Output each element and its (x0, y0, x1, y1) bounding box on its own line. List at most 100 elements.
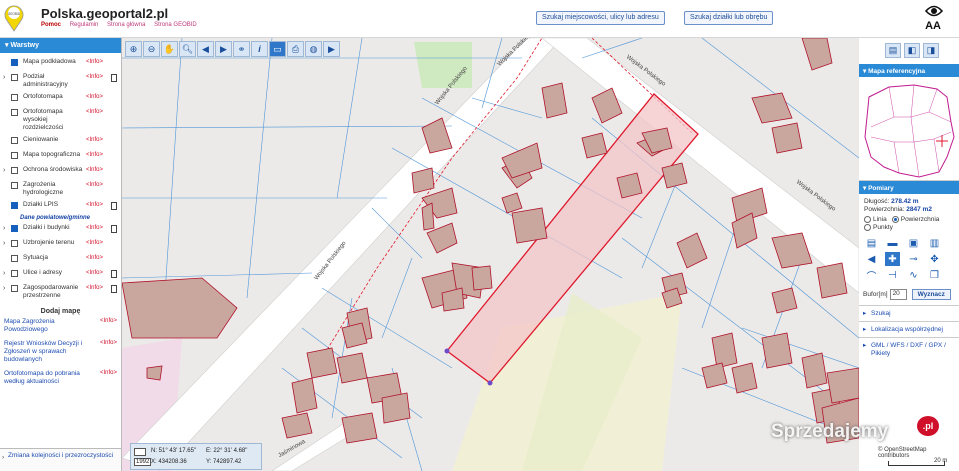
radio-line[interactable]: Linia (864, 216, 887, 223)
search-parcel-button[interactable]: Szukaj działki lub obrębu (684, 11, 774, 25)
nav-help[interactable]: Pomoc (41, 22, 61, 28)
layers-header[interactable]: ▾ Warstwy (0, 38, 121, 53)
zoom-out-icon[interactable]: ⊖ (143, 41, 160, 57)
layer-item[interactable]: Działki LPIS <Info> (0, 199, 121, 214)
layer-item[interactable]: Sytuacja <Info> (0, 252, 121, 267)
layer-item[interactable]: › Działki i budynki <Info> (0, 222, 121, 237)
layer-info-link[interactable]: <Info> (86, 58, 103, 67)
layer-checkbox[interactable] (11, 167, 18, 174)
extra-map-info[interactable]: <Info> (100, 318, 117, 334)
arrow-left-icon[interactable]: ◀ (864, 252, 879, 266)
layer-info-link[interactable]: <Info> (86, 239, 103, 248)
layer-checkbox[interactable] (11, 152, 18, 159)
layer-info-link[interactable]: <Info> (86, 151, 103, 160)
back-arrow-icon[interactable]: ◀ (197, 41, 214, 57)
print-icon[interactable]: ⎙ (287, 41, 304, 57)
layer-item[interactable]: › Podział administracyjny <Info> (0, 71, 121, 91)
nav-geobid[interactable]: Strona GEOBID (154, 22, 197, 28)
save-icon[interactable]: ▣ (906, 236, 921, 250)
document-icon[interactable]: ▤ (864, 236, 879, 250)
layer-item[interactable]: Mapa podkładowa <Info> (0, 56, 121, 71)
expand-arrow-icon[interactable]: › (3, 166, 11, 175)
layer-checkbox[interactable] (11, 94, 18, 101)
nav-terms[interactable]: Regulamin (70, 22, 99, 28)
extra-map-info[interactable]: <Info> (100, 370, 117, 386)
remove-vertex-icon[interactable]: ⊸ (906, 252, 921, 266)
accordion-export[interactable]: GML / WFS / DXF / GPX / Pikiety (859, 337, 959, 362)
extra-map-item[interactable]: Rejestr Wniosków Decyzji i Zgłoszeń w sp… (0, 337, 121, 367)
buffer-input[interactable]: 20 (889, 289, 907, 301)
font-size-icon[interactable]: AA (925, 20, 941, 32)
extra-map-link[interactable]: Mapa Zagrożenia Powodziowego (4, 318, 90, 334)
eye-icon[interactable] (925, 4, 943, 18)
layer-info-link[interactable]: <Info> (86, 201, 103, 210)
layer-checkbox[interactable] (11, 255, 18, 262)
move-icon[interactable]: ✥ (927, 252, 942, 266)
folder-icon[interactable]: ▬ (885, 236, 900, 250)
app-title[interactable]: Polska.geoportal2.pl (41, 6, 168, 21)
vertex-marker[interactable] (444, 348, 450, 354)
layer-info-link[interactable]: <Info> (86, 136, 103, 145)
layer-info-link[interactable]: <Info> (86, 284, 103, 293)
pan-hand-icon[interactable]: ✋ (161, 41, 178, 57)
layer-item[interactable]: › Ulice i adresy <Info> (0, 267, 121, 282)
layer-item[interactable]: Zagrożenia hydrologiczne <Info> (0, 179, 121, 199)
expand-arrow-icon[interactable]: › (3, 239, 11, 248)
map-svg[interactable] (122, 38, 859, 471)
year-badge[interactable]: 1992 (134, 458, 152, 466)
vertex-marker[interactable] (487, 380, 493, 386)
document-icon[interactable] (111, 285, 117, 293)
document-icon[interactable] (111, 225, 117, 233)
layer-item[interactable]: Ortofotomapa <Info> (0, 91, 121, 106)
layer-info-link[interactable]: <Info> (86, 73, 103, 82)
layer-item[interactable]: Mapa topograficzna <Info> (0, 149, 121, 164)
layer-checkbox[interactable] (11, 59, 18, 66)
info-icon[interactable]: i (251, 41, 268, 57)
wave-icon[interactable]: ∿ (906, 268, 921, 282)
compute-button[interactable]: Wyznacz (911, 289, 951, 301)
polyline-icon[interactable]: ⌒ (864, 268, 879, 283)
extra-map-item[interactable]: Mapa Zagrożenia Powodziowego <Info> (0, 315, 121, 337)
layer-order-button[interactable]: › Zmiana kolejności i przezroczystości (0, 448, 121, 471)
add-vertex-icon[interactable]: ✚ (885, 252, 900, 267)
measure-header[interactable]: ▾ Pomiary (859, 181, 959, 194)
expand-arrow-icon[interactable]: › (3, 284, 11, 293)
scale-icon[interactable] (134, 448, 146, 456)
accordion-search[interactable]: Szukaj (859, 305, 959, 322)
layer-checkbox[interactable] (11, 109, 18, 116)
layer-checkbox[interactable] (11, 240, 18, 247)
expand-arrow-icon[interactable]: › (3, 224, 11, 233)
forward-arrow-icon[interactable]: ▶ (215, 41, 232, 57)
document-icon[interactable] (111, 270, 117, 278)
layer-checkbox[interactable] (11, 182, 18, 189)
extra-map-info[interactable]: <Info> (100, 340, 117, 364)
document-icon[interactable] (111, 74, 117, 82)
layer-checkbox[interactable] (11, 225, 18, 232)
radio-area[interactable]: Powierzchnia (891, 216, 939, 223)
geobid-logo[interactable]: GEOBID (3, 2, 25, 32)
extra-map-item[interactable]: Ortofotomapa do pobrania według aktualno… (0, 367, 121, 389)
document-icon[interactable] (111, 202, 117, 210)
layer-info-link[interactable]: <Info> (86, 254, 103, 263)
layers-copy-icon[interactable]: ❐ (927, 268, 942, 282)
split-icon[interactable]: ⊣ (885, 268, 900, 282)
measure-ruler-icon[interactable]: ▭ (269, 41, 286, 57)
link-icon[interactable]: ⚭ (233, 41, 250, 57)
nav-home[interactable]: Strona główna (107, 22, 145, 28)
layer-checkbox[interactable] (11, 137, 18, 144)
layer-checkbox[interactable] (11, 270, 18, 277)
extra-map-link[interactable]: Rejestr Wniosków Decyzji i Zgłoszeń w sp… (4, 340, 90, 364)
search-address-button[interactable]: Szukaj miejscowości, ulicy lub adresu (536, 11, 665, 25)
layer-info-link[interactable]: <Info> (86, 269, 103, 278)
layer-item[interactable]: Ortofotomapa wysokiej rozdzielczości <Inf… (0, 106, 121, 134)
layout-full-icon[interactable]: ▤ (885, 43, 901, 58)
radio-points[interactable]: Punkty (864, 224, 893, 231)
layer-info-link[interactable]: <Info> (86, 181, 103, 190)
layer-checkbox[interactable] (11, 202, 18, 209)
layer-info-link[interactable]: <Info> (86, 93, 103, 102)
expand-arrow-icon[interactable]: › (3, 73, 11, 82)
zoom-window-icon[interactable]: 🔍︎ (179, 41, 196, 57)
layer-checkbox[interactable] (11, 285, 18, 292)
layer-info-link[interactable]: <Info> (86, 224, 103, 233)
video-camera-icon[interactable]: ▶ (323, 41, 340, 57)
